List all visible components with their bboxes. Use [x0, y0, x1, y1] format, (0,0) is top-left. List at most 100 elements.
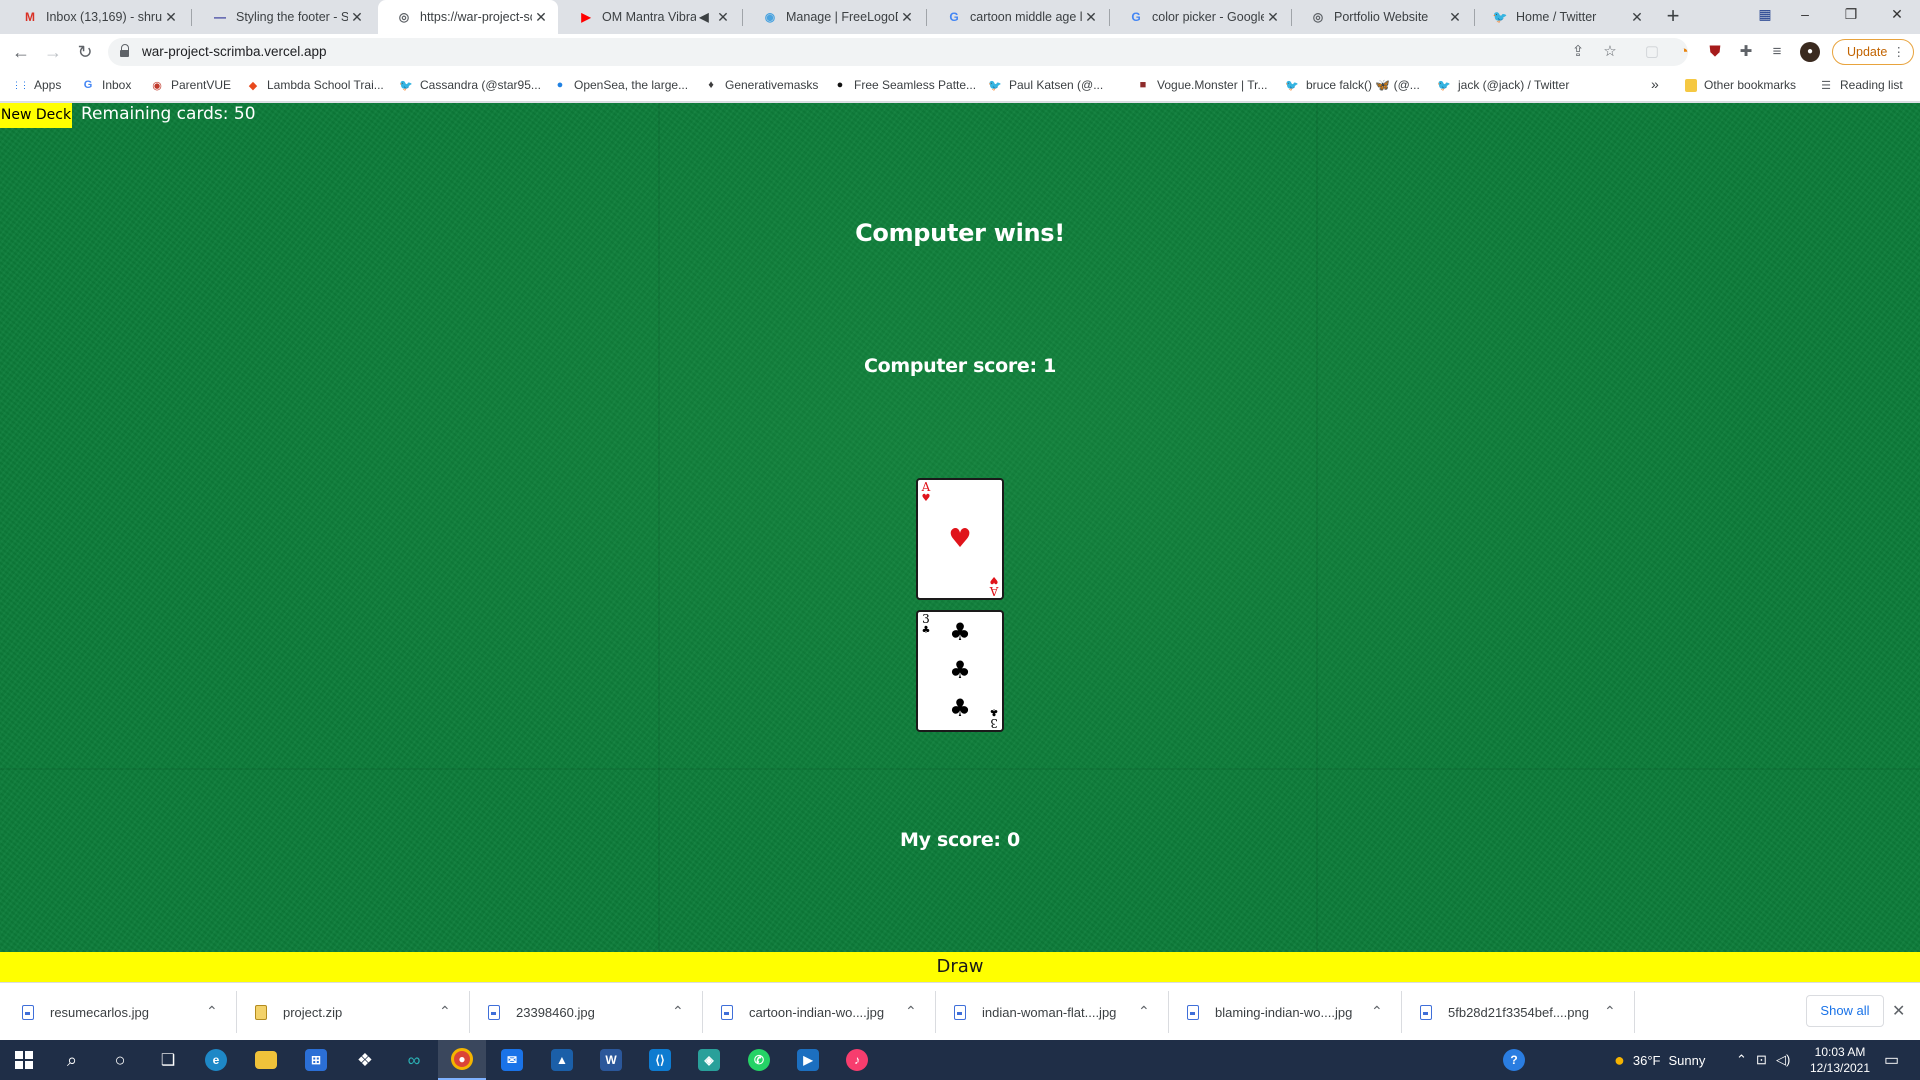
download-item[interactable]: resumecarlos.jpg ⌃ [22, 983, 222, 1041]
chevron-up-icon[interactable]: ⌃ [439, 1003, 451, 1020]
close-icon[interactable]: ✕ [1082, 9, 1100, 26]
task-view-icon[interactable]: ❑ [144, 1040, 192, 1080]
cortana-icon[interactable]: ○ [96, 1040, 144, 1080]
close-window-button[interactable]: ✕ [1874, 0, 1920, 30]
bookmark-vogue-monster[interactable]: ■ Vogue.Monster | Tr... [1136, 78, 1268, 92]
extension-orange-icon[interactable]: ◔ [1674, 42, 1694, 62]
download-item[interactable]: 23398460.jpg ⌃ [488, 983, 688, 1041]
tab-gmail[interactable]: M Inbox (13,169) - shruti ✕ [4, 0, 188, 34]
chevron-up-icon[interactable]: ⌃ [905, 1003, 917, 1020]
close-icon[interactable]: ✕ [348, 9, 366, 26]
vscode-icon[interactable]: ⟨⟩ [636, 1040, 684, 1080]
back-icon[interactable]: ← [9, 40, 33, 64]
url-text[interactable]: war-project-scrimba.vercel.app [142, 44, 327, 59]
photos-icon[interactable]: ▲ [538, 1040, 586, 1080]
bookmark-label: bruce falck() 🦋 (@... [1306, 78, 1420, 92]
download-item[interactable]: blaming-indian-wo....jpg ⌃ [1187, 983, 1387, 1041]
speaker-muted-icon[interactable]: ◀ [696, 9, 712, 25]
bookmark-paul-katsen[interactable]: 🐦 Paul Katsen (@... [988, 78, 1103, 92]
dropbox-icon[interactable]: ❖ [341, 1040, 389, 1080]
tab-twitter[interactable]: 🐦 Home / Twitter ✕ [1474, 0, 1654, 34]
show-hidden-icons[interactable]: ⌃ [1736, 1040, 1747, 1080]
bookmark-seamless-patterns[interactable]: ● Free Seamless Patte... [833, 78, 976, 92]
tab-google-cartoon[interactable]: G cartoon middle age la ✕ [928, 0, 1108, 34]
tab-youtube[interactable]: ▶ OM Mantra Vibrat ◀ ✕ [560, 0, 740, 34]
restore-button[interactable]: ❐ [1828, 0, 1874, 30]
tab-portfolio[interactable]: ◎ Portfolio Website ✕ [1292, 0, 1472, 34]
itunes-icon[interactable]: ♪ [833, 1040, 881, 1080]
file-explorer-icon[interactable] [242, 1040, 290, 1080]
close-icon[interactable]: ✕ [1628, 9, 1646, 26]
tab-war-project[interactable]: ◎ https://war-project-sc ✕ [378, 0, 558, 34]
tab-google-color-picker[interactable]: G color picker - Google ✕ [1110, 0, 1290, 34]
close-icon[interactable]: ✕ [898, 9, 916, 26]
close-icon[interactable]: ✕ [1264, 9, 1282, 26]
search-icon[interactable]: ⌕ [48, 1040, 96, 1080]
video-editor-icon[interactable]: ▶ [784, 1040, 832, 1080]
mail-icon[interactable]: ✉ [488, 1040, 536, 1080]
bookmark-cassandra[interactable]: 🐦 Cassandra (@star95... [399, 78, 541, 92]
forward-icon[interactable]: → [41, 40, 65, 64]
extensions-puzzle-icon[interactable]: ✚ [1736, 42, 1756, 62]
bookmark-generativemasks[interactable]: ♦ Generativemasks [704, 78, 818, 92]
share-icon[interactable]: ⇪ [1568, 42, 1588, 62]
new-deck-button[interactable]: New Deck [0, 103, 72, 128]
weather-widget[interactable]: ● 36°F Sunny [1614, 1040, 1705, 1080]
address-bar[interactable]: war-project-scrimba.vercel.app ⇪ ☆ [108, 38, 1688, 66]
chrome-icon[interactable]: ● [438, 1040, 486, 1080]
ublock-icon[interactable]: ⛊ [1705, 42, 1725, 62]
word-icon[interactable]: W [587, 1040, 635, 1080]
bookmarks-overflow-icon[interactable]: » [1651, 76, 1659, 92]
bookmark-parentvue[interactable]: ◉ ParentVUE [150, 78, 231, 92]
reading-list[interactable]: ☰ Reading list [1819, 78, 1903, 92]
pattern-icon: ● [836, 79, 844, 91]
chevron-up-icon[interactable]: ⌃ [1138, 1003, 1150, 1020]
notifications-icon[interactable]: ▭ [1884, 1040, 1899, 1080]
system-clock[interactable]: 10:03 AM 12/13/2021 [1798, 1044, 1882, 1076]
close-icon[interactable]: ✕ [532, 9, 550, 26]
bookmark-bruce-falck[interactable]: 🐦 bruce falck() 🦋 (@... [1285, 78, 1420, 92]
draw-button[interactable]: Draw [0, 952, 1920, 982]
tab-freelogodesign[interactable]: ◉ Manage | FreeLogoDe ✕ [744, 0, 924, 34]
microsoft-store-icon[interactable]: ⊞ [292, 1040, 340, 1080]
lock-icon[interactable] [120, 44, 130, 58]
download-item[interactable]: indian-woman-flat....jpg ⌃ [954, 983, 1154, 1041]
reload-icon[interactable]: ↻ [73, 40, 97, 64]
close-icon[interactable]: ✕ [1446, 9, 1464, 26]
tab-scrimba[interactable]: — Styling the footer - Sc ✕ [194, 0, 374, 34]
bookmark-other[interactable]: Other bookmarks [1685, 78, 1796, 92]
chevron-up-icon[interactable]: ⌃ [1371, 1003, 1383, 1020]
chevron-up-icon[interactable]: ⌃ [1604, 1003, 1616, 1020]
show-all-button[interactable]: Show all [1806, 995, 1884, 1027]
bookmark-opensea[interactable]: ● OpenSea, the large... [553, 78, 688, 92]
arduino-icon[interactable]: ∞ [390, 1040, 438, 1080]
avatar[interactable]: ● [1800, 42, 1820, 62]
tab-label: OM Mantra Vibrat [602, 10, 696, 24]
new-tab-button[interactable]: + [1660, 4, 1686, 30]
bookmark-jack[interactable]: 🐦 jack (@jack) / Twitter [1437, 78, 1569, 92]
bookmark-label: Inbox [102, 78, 132, 92]
gitkraken-icon[interactable]: ◈ [685, 1040, 733, 1080]
network-icon[interactable]: ⊡ [1756, 1040, 1767, 1080]
download-item[interactable]: project.zip ⌃ [255, 983, 455, 1041]
download-item[interactable]: 5fb28d21f3354bef....png ⌃ [1420, 983, 1620, 1041]
minimize-button[interactable]: – [1782, 0, 1828, 30]
whatsapp-icon[interactable]: ✆ [735, 1040, 783, 1080]
extension-blank-icon[interactable]: ▢ [1642, 42, 1662, 62]
close-icon[interactable]: ✕ [714, 9, 732, 26]
close-icon[interactable]: ✕ [162, 9, 180, 26]
download-item[interactable]: cartoon-indian-wo....jpg ⌃ [721, 983, 921, 1041]
update-button[interactable]: Update ⋮ [1832, 39, 1914, 65]
close-icon[interactable]: ✕ [1892, 1001, 1905, 1021]
bookmark-star-icon[interactable]: ☆ [1600, 42, 1620, 62]
bookmark-apps[interactable]: ⋮⋮ Apps [12, 78, 61, 92]
bookmark-inbox[interactable]: G Inbox [81, 78, 132, 92]
edge-icon[interactable]: e [192, 1040, 240, 1080]
help-icon[interactable]: ? [1503, 1040, 1525, 1080]
volume-icon[interactable]: ◁) [1776, 1040, 1790, 1080]
media-control-icon[interactable]: ≡ [1767, 42, 1787, 62]
chevron-up-icon[interactable]: ⌃ [672, 1003, 684, 1020]
windows-start-icon[interactable] [0, 1040, 48, 1080]
bookmark-lambda[interactable]: ◆ Lambda School Trai... [246, 78, 384, 92]
chevron-up-icon[interactable]: ⌃ [206, 1003, 218, 1020]
